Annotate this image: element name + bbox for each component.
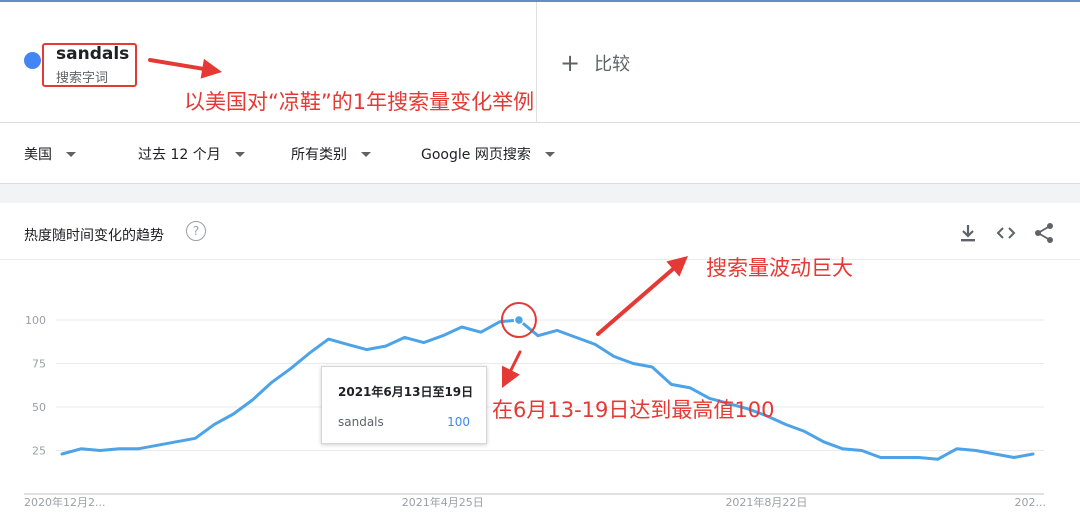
y-tick-label: 100 [25, 314, 46, 327]
peak-point[interactable] [513, 314, 525, 326]
series-line-sandals [60, 318, 1035, 461]
x-tick-label: 2020年12月2... [24, 495, 105, 509]
annotation-fluctuation: 搜索量波动巨大 [706, 256, 853, 280]
arrow-to-fluctuation-note [596, 256, 688, 336]
annotation-example: 以美国对“凉鞋”的1年搜索量变化举例 [184, 90, 535, 114]
tooltip-series-name: sandals [338, 415, 384, 429]
trend-chart: 100 75 50 25 2020年12月2... 2021年4月25日 2021年8月22… [24, 58, 1047, 509]
x-tick-label: 2021年8月22日 [725, 495, 807, 509]
arrow-to-peak-note [502, 350, 522, 388]
y-tick-label: 75 [32, 358, 46, 371]
x-tick-label: 202... [1015, 496, 1047, 509]
tooltip-value: 100 [447, 415, 470, 429]
tooltip-date: 2021年6月13日至19日 [338, 385, 474, 399]
annotation-peak: 在6月13-19日达到最高值100 [492, 398, 775, 422]
y-tick-label: 50 [32, 401, 46, 414]
y-tick-label: 25 [32, 445, 46, 458]
hover-tooltip: 2021年6月13日至19日 sandals 100 [321, 366, 487, 444]
arrow-to-search-term [148, 58, 222, 79]
x-tick-label: 2021年4月25日 [402, 495, 484, 509]
